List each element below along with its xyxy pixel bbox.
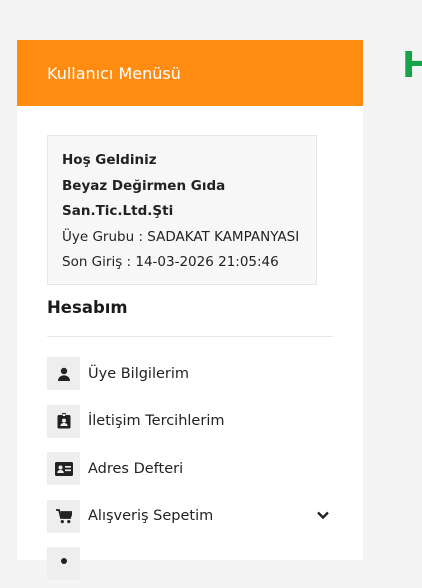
menu-item-member-info[interactable]: Üye Bilgilerim — [47, 350, 333, 398]
user-menu-panel: Kullanıcı Menüsü Hoş Geldiniz Beyaz Deği… — [17, 40, 363, 581]
company-name-line2: San.Tic.Ltd.Şti — [62, 203, 174, 219]
id-badge-icon — [47, 404, 80, 438]
menu-item-contact-preferences[interactable]: İletişim Tercihlerim — [47, 398, 333, 446]
user-menu-title: Kullanıcı Menüsü — [47, 63, 181, 83]
welcome-greeting: Hoş Geldiniz — [62, 152, 157, 168]
account-section-title: Hesabım — [47, 298, 128, 317]
section-divider — [47, 336, 333, 337]
address-card-icon — [47, 452, 80, 486]
menu-item-label: İletişim Tercihlerim — [88, 413, 225, 430]
chevron-down-icon[interactable] — [315, 507, 331, 523]
cart-icon — [47, 499, 80, 533]
user-icon — [47, 357, 80, 391]
welcome-box: Hoş Geldiniz Beyaz Değirmen Gıda San.Tic… — [47, 135, 317, 285]
company-name-line1: Beyaz Değirmen Gıda — [62, 177, 226, 194]
menu-item-shopping-cart[interactable]: Alışveriş Sepetim — [47, 493, 333, 541]
member-group: Üye Grubu : SADAKAT KAMPANYASI — [62, 228, 300, 245]
page-heading-partial: H — [402, 45, 422, 86]
menu-item-label: Üye Bilgilerim — [88, 365, 190, 382]
partial-icon — [47, 547, 80, 581]
user-menu-header: Kullanıcı Menüsü — [17, 40, 363, 106]
account-menu: Üye Bilgilerim İletişim Tercihlerim Adre… — [47, 350, 333, 588]
menu-item-address-book[interactable]: Adres Defteri — [47, 445, 333, 493]
menu-item-label: Adres Defteri — [88, 460, 184, 477]
menu-item-label: Alışveriş Sepetim — [88, 508, 214, 525]
last-login: Son Giriş : 14-03-2026 21:05:46 — [62, 254, 279, 270]
menu-item-partial[interactable] — [47, 540, 333, 588]
